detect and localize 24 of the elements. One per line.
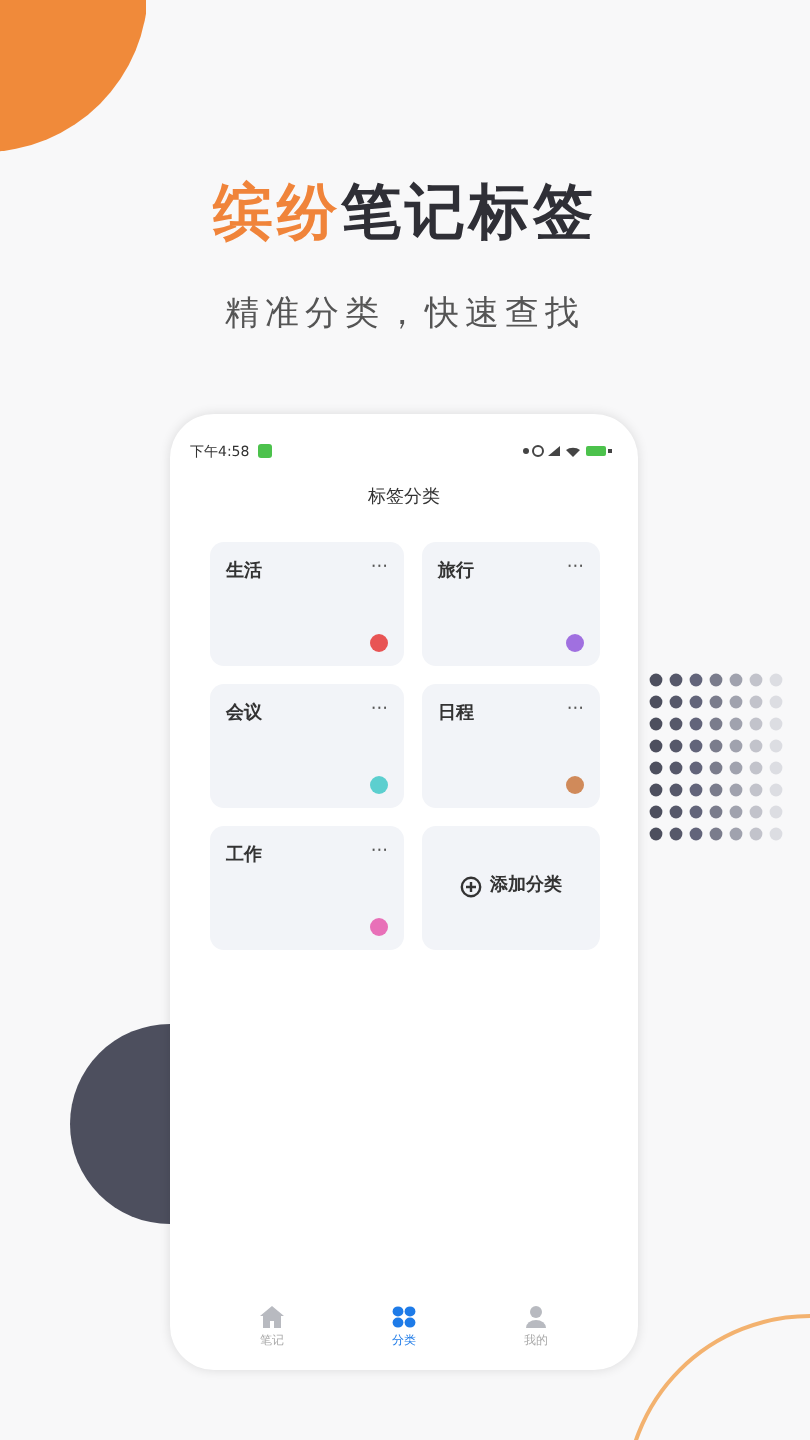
- grid-icon: [392, 1305, 416, 1327]
- tag-name: 工作: [226, 843, 262, 869]
- add-category-button[interactable]: 添加分类: [422, 825, 600, 949]
- add-icon: [460, 876, 482, 898]
- more-button[interactable]: ···: [566, 701, 584, 728]
- tag-card[interactable]: 会议 ···: [210, 683, 404, 807]
- person-icon: [524, 1305, 548, 1327]
- tag-name: 生活: [226, 559, 262, 585]
- screen-title: 标签分类: [366, 486, 442, 512]
- tag-name: 会议: [226, 701, 262, 727]
- more-button[interactable]: ···: [370, 843, 388, 870]
- more-button[interactable]: ···: [370, 701, 388, 728]
- tag-card[interactable]: 生活 ···: [210, 541, 404, 665]
- tag-card[interactable]: 日程 ···: [422, 683, 600, 807]
- subtitle: 精准分类，快速查找: [225, 292, 585, 338]
- status-icons: [522, 444, 618, 459]
- more-button[interactable]: ···: [566, 559, 584, 586]
- more-button[interactable]: ···: [370, 559, 388, 586]
- tag-name: 日程: [438, 701, 474, 727]
- tag-name: 旅行: [438, 559, 474, 585]
- tag-card[interactable]: 旅行 ···: [422, 541, 600, 665]
- home-icon: [260, 1305, 284, 1327]
- headline: 缤纷笔记标签: [213, 176, 597, 252]
- tag-card[interactable]: 工作 ···: [210, 825, 404, 949]
